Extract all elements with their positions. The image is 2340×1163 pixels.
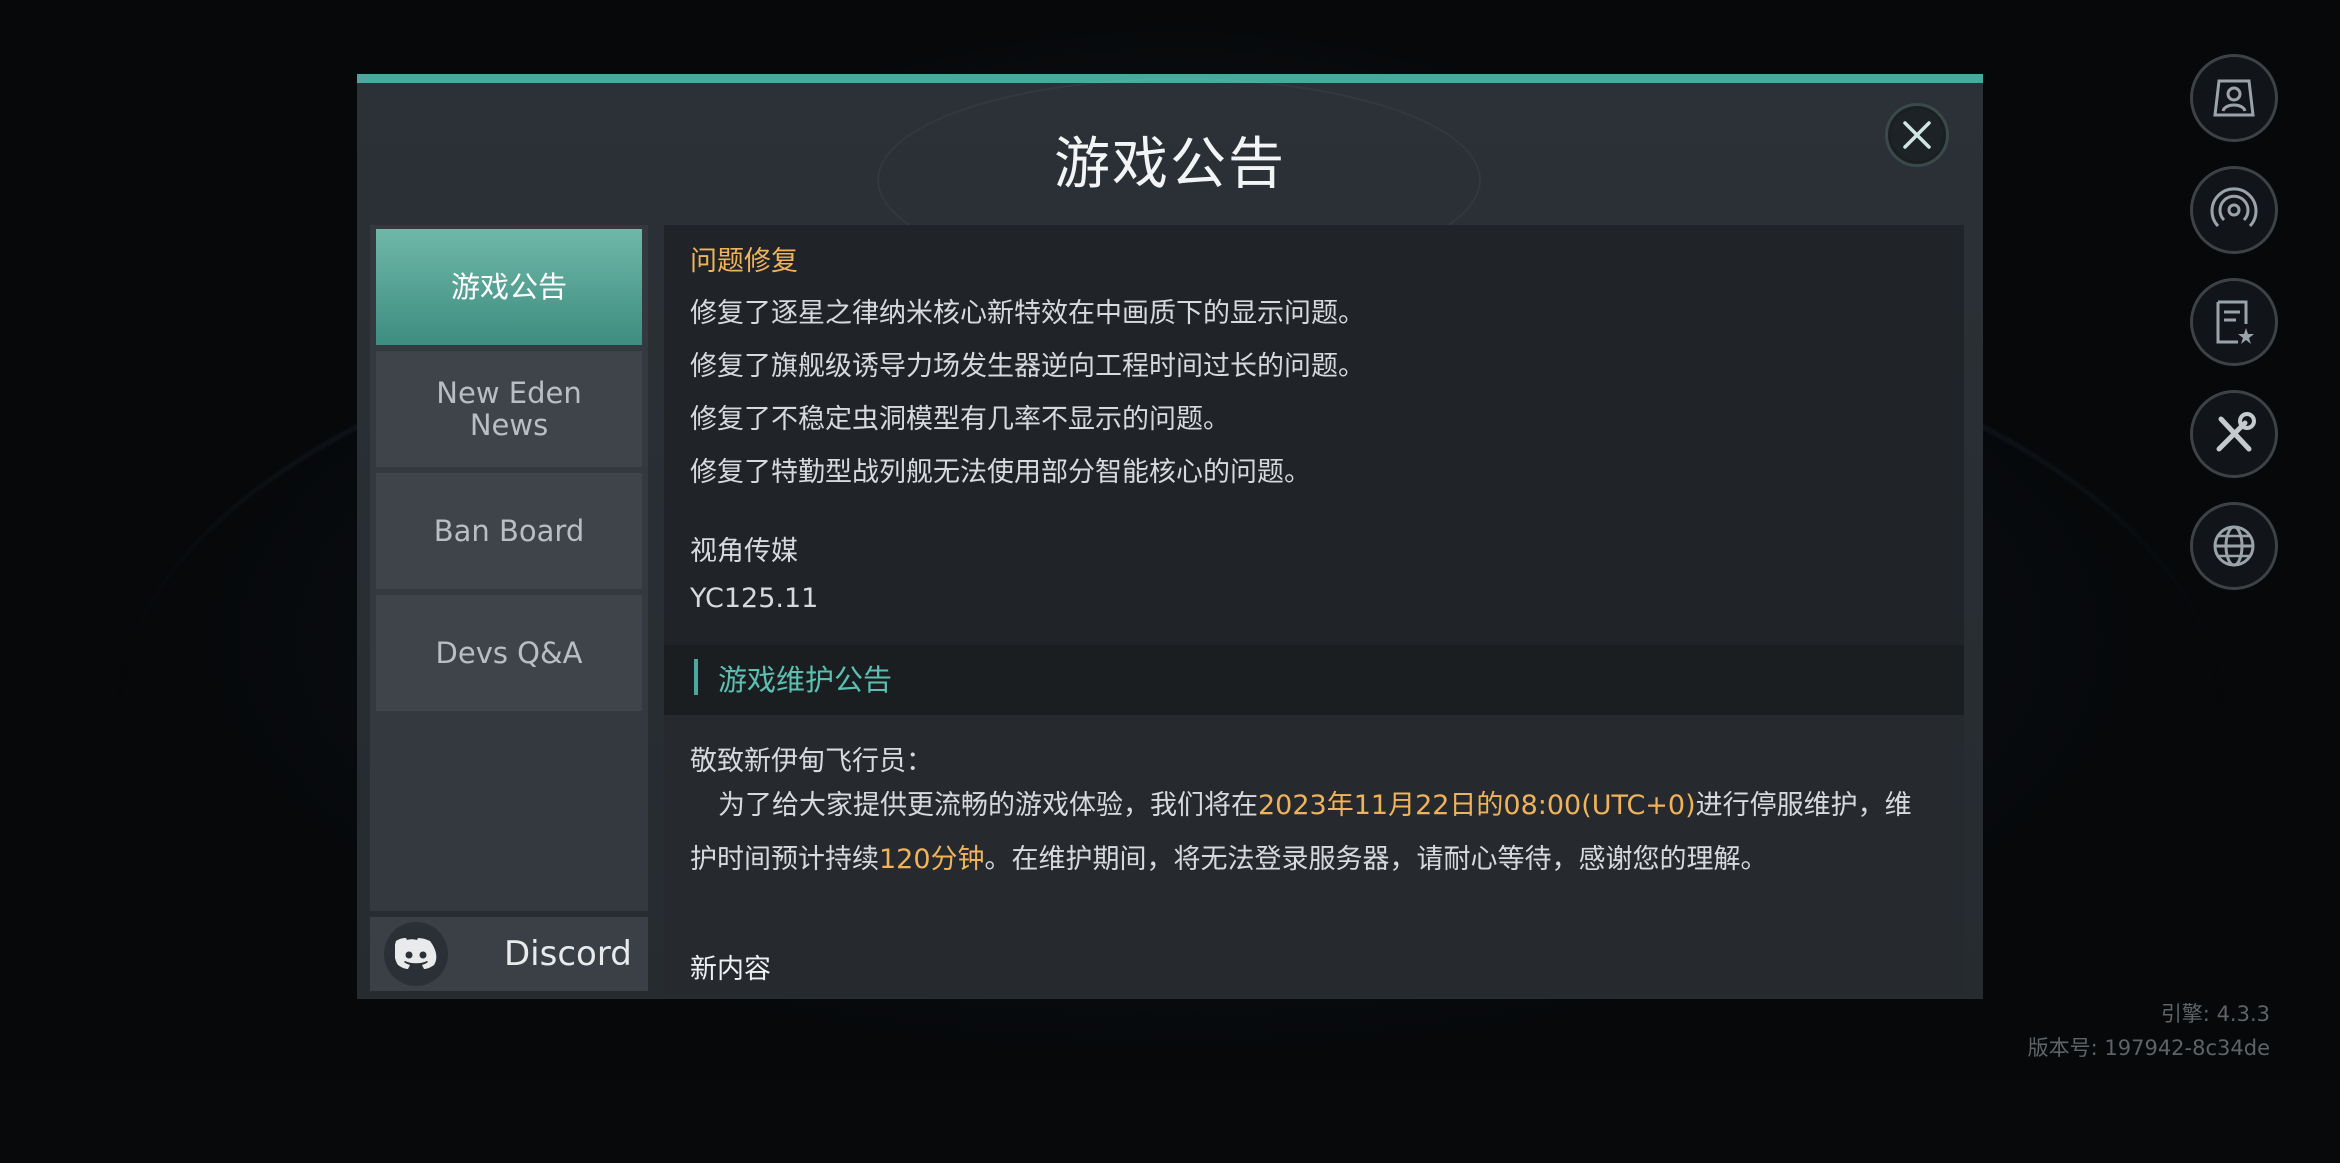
fix-item: 修复了不稳定虫洞模型有几率不显示的问题。 — [690, 404, 1230, 435]
fix-item: 修复了逐星之律纳米核心新特效在中画质下的显示问题。 — [690, 298, 1365, 329]
announcement-modal: 游戏公告 游戏公告 New Eden News Ban Board Devs Q… — [357, 74, 1983, 999]
fixes-block: 问题修复 修复了逐星之律纳米核心新特效在中画质下的显示问题。 修复了旗舰级诱导力… — [664, 225, 1964, 645]
section-heading: 问题修复 — [690, 246, 798, 277]
tools-icon — [2216, 412, 2256, 452]
announcement-content[interactable]: 问题修复 修复了逐星之律纳米核心新特效在中画质下的显示问题。 修复了旗舰级诱导力… — [664, 225, 1964, 995]
para-text: 进行停服维护，维 — [1695, 790, 1912, 821]
modal-title: 游戏公告 — [1054, 132, 1286, 197]
maintenance-section-header: 游戏维护公告 — [664, 645, 1964, 715]
discord-label: Discord — [504, 934, 632, 974]
maintenance-duration: 120分钟 — [879, 844, 985, 875]
tab-ban-board[interactable]: Ban Board — [376, 473, 642, 589]
broadcast-button[interactable] — [2190, 166, 2278, 254]
notes-button[interactable] — [2190, 278, 2278, 366]
tab-game-announcement[interactable]: 游戏公告 — [376, 229, 642, 345]
tab-label: Ban Board — [433, 514, 585, 548]
para-text: 护时间预计持续 — [690, 844, 879, 875]
build-version: 版本号: 197942-8c34de — [2027, 1036, 2270, 1060]
discord-button[interactable]: Discord — [370, 917, 648, 991]
tab-devs-qa[interactable]: Devs Q&A — [376, 595, 642, 711]
maintenance-paragraph: 为了给大家提供更流畅的游戏体验，我们将在2023年11月22日的08:00(UT… — [690, 779, 1940, 887]
maintenance-block: 敬致新伊甸飞行员： 为了给大家提供更流畅的游戏体验，我们将在2023年11月22… — [664, 715, 1964, 995]
tools-button[interactable] — [2190, 390, 2278, 478]
discord-icon — [384, 922, 448, 986]
close-icon — [1903, 121, 1931, 149]
close-button[interactable] — [1885, 103, 1949, 167]
notes-icon — [2216, 300, 2254, 344]
profile-button[interactable] — [2190, 54, 2278, 142]
language-button[interactable] — [2190, 502, 2278, 590]
date: YC125.11 — [690, 583, 819, 614]
announcement-sidebar: 游戏公告 New Eden News Ban Board Devs Q&A — [370, 225, 648, 911]
para-text: 。在维护期间，将无法登录服务器，请耐心等待，感谢您的理解。 — [984, 844, 1768, 875]
para-text: 为了给大家提供更流畅的游戏体验，我们将在 — [718, 790, 1258, 821]
tab-label: 游戏公告 — [450, 270, 567, 304]
tab-new-eden-news[interactable]: New Eden News — [376, 351, 642, 467]
tab-label: New Eden News — [436, 376, 582, 442]
section-title: 游戏维护公告 — [718, 663, 893, 697]
greeting: 敬致新伊甸飞行员： — [690, 746, 933, 777]
engine-version: 引擎: 4.3.3 — [2160, 1002, 2270, 1026]
fix-item: 修复了特勤型战列舰无法使用部分智能核心的问题。 — [690, 457, 1311, 488]
maintenance-time: 2023年11月22日的08:00(UTC+0) — [1258, 790, 1696, 821]
section-marker — [694, 659, 698, 695]
author: 视角传媒 — [690, 536, 798, 567]
new-content-heading: 新内容 — [690, 954, 771, 985]
globe-icon — [2213, 525, 2255, 567]
tab-label: Devs Q&A — [435, 636, 583, 670]
broadcast-icon — [2210, 187, 2258, 228]
profile-icon — [2213, 79, 2255, 117]
fix-item: 修复了旗舰级诱导力场发生器逆向工程时间过长的问题。 — [690, 351, 1365, 382]
